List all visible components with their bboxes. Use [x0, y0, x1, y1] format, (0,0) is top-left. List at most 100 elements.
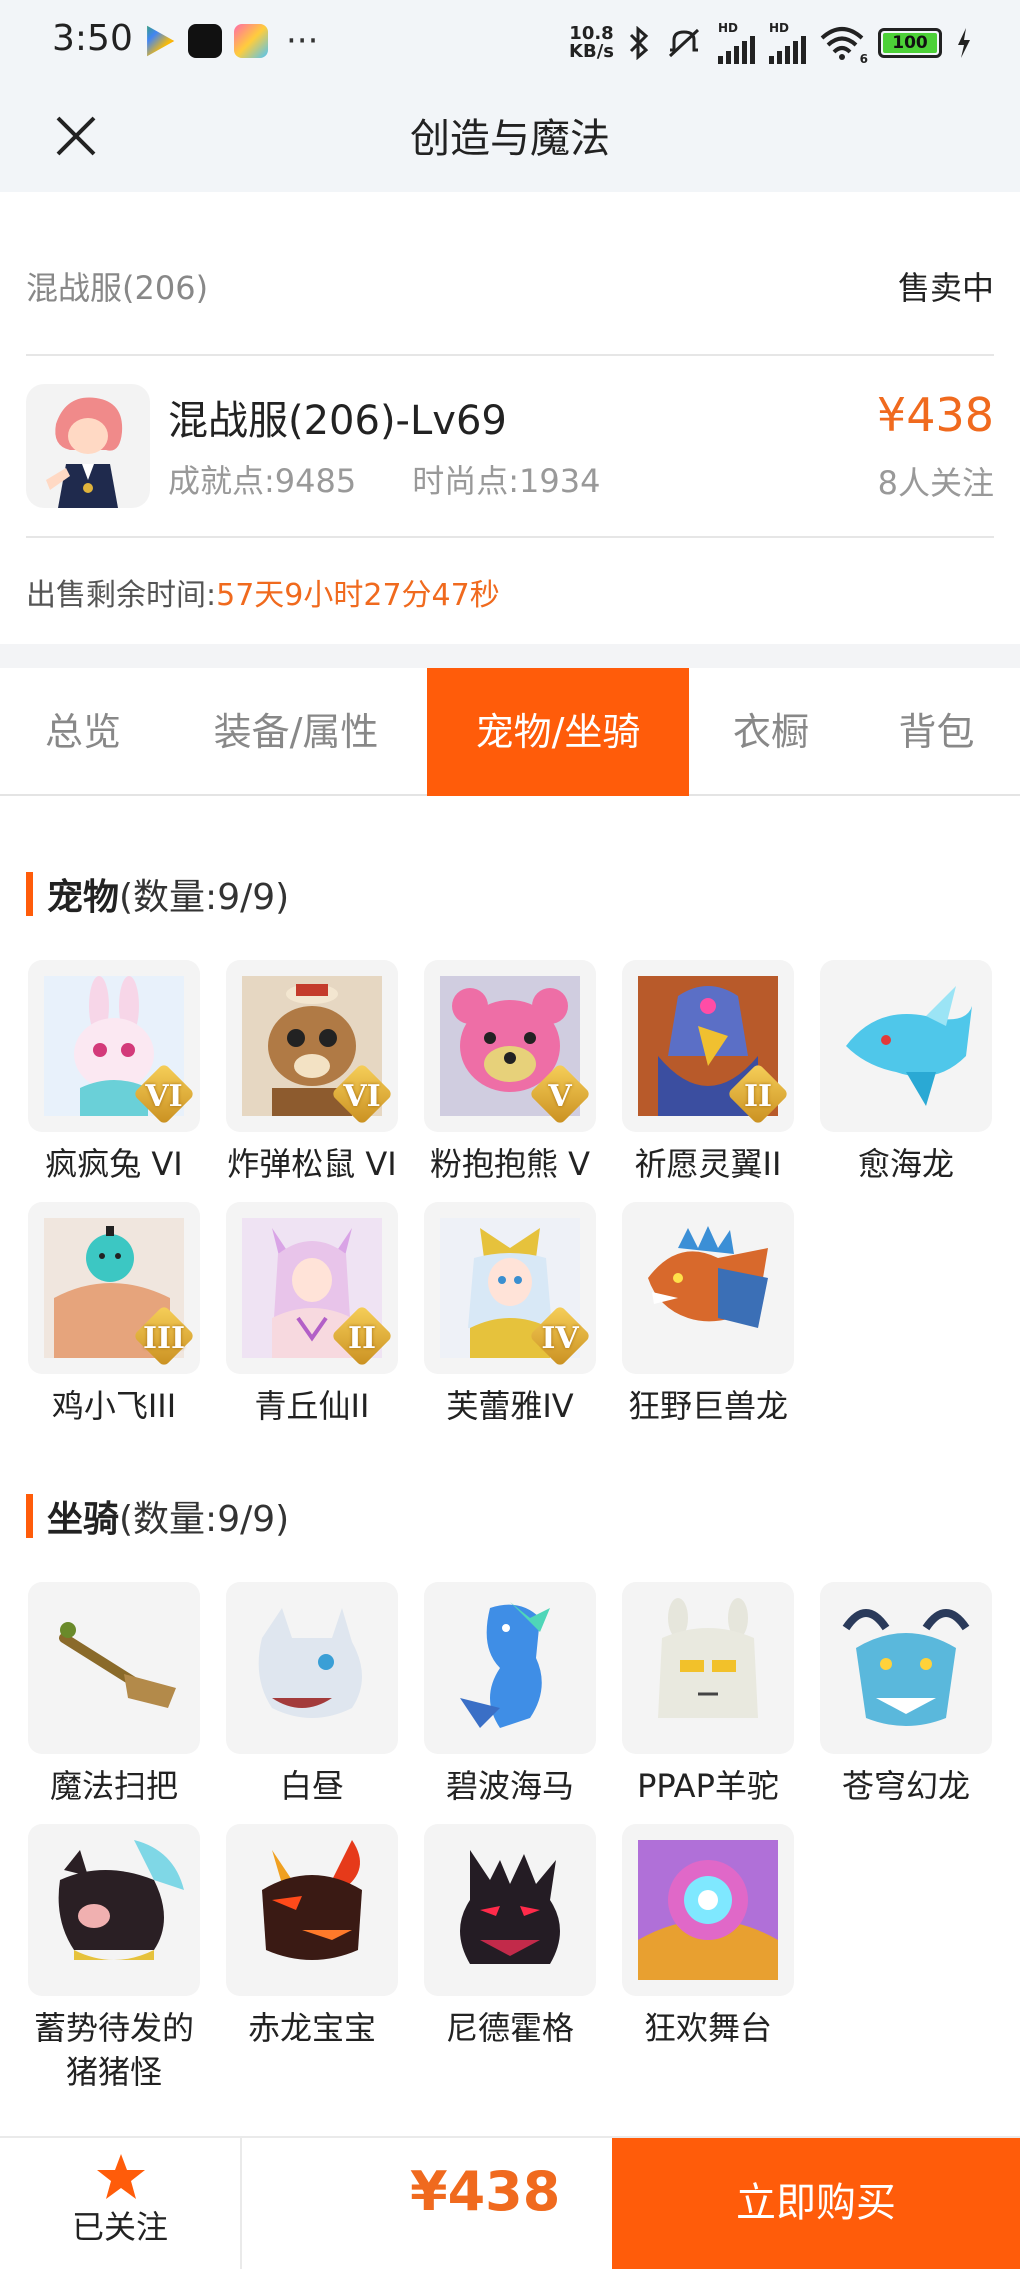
net-speed: 10.8 KB/s — [569, 23, 614, 62]
rank-badge-text: VI — [145, 1079, 183, 1114]
follow-label: 已关注 — [71, 2208, 168, 2246]
mount-item[interactable]: 狂欢舞台 — [622, 1824, 794, 2050]
pet-name: 炸弹松鼠 VI — [227, 1145, 397, 1183]
mount-thumbnail — [424, 1582, 596, 1754]
server-row: 混战服(206) 售卖中 — [26, 262, 994, 310]
remaining-time-value: 57天9小时27分47秒 — [216, 578, 500, 613]
pet-name: 疯疯兔 VI — [45, 1145, 183, 1183]
tab-equipment[interactable]: 装备/属性 — [166, 668, 426, 796]
mount-name: 赤龙宝宝 — [247, 2009, 376, 2047]
character-stats: 成就点:9485 时尚点:1934 — [168, 456, 600, 502]
page-title: 创造与魔法 — [410, 116, 610, 162]
follow-button[interactable]: 已关注 — [0, 2138, 242, 2269]
pet-name: 愈海龙 — [857, 1145, 954, 1183]
pet-item[interactable]: VI 炸弹松鼠 VI — [226, 960, 398, 1186]
pet-thumbnail: II — [226, 1202, 398, 1374]
character-name: 混战服(206)-Lv69 — [168, 398, 507, 444]
mount-item[interactable]: 苍穹幻龙 — [820, 1582, 992, 1808]
pet-thumbnail: VI — [226, 960, 398, 1132]
mount-item[interactable]: 蓄势待发的 猪猪怪 — [28, 1824, 200, 2094]
mount-name: 白昼 — [279, 1767, 344, 1805]
tab-pets-mounts[interactable]: 宠物/坐骑 — [427, 668, 689, 796]
remaining-time: 出售剩余时间:57天9小时27分47秒 — [26, 570, 500, 614]
bluetooth-icon — [629, 26, 649, 60]
tab-bar: 总览 装备/属性 宠物/坐骑 衣橱 背包 — [0, 668, 1020, 796]
achievement-points: 成就点:9485 — [168, 462, 357, 500]
mount-thumbnail — [28, 1582, 200, 1754]
pet-item[interactable]: 狂野巨兽龙 — [622, 1202, 794, 1428]
mount-item[interactable]: 赤龙宝宝 — [226, 1824, 398, 2050]
mount-item[interactable]: PPAP羊驼 — [622, 1582, 794, 1808]
star-icon — [97, 2154, 145, 2199]
pet-item[interactable]: V 粉抱抱熊 V — [424, 960, 596, 1186]
pet-thumbnail: VI — [28, 960, 200, 1132]
rank-badge-text: II — [347, 1321, 377, 1356]
signal-2-icon: HD — [769, 22, 806, 64]
pet-name: 祈愿灵翼II — [634, 1145, 782, 1183]
pet-item[interactable]: II 祈愿灵翼II — [622, 960, 794, 1186]
pets-section-title: 宠物 (数量:9/9) — [26, 868, 289, 920]
tab-wardrobe[interactable]: 衣橱 — [689, 668, 853, 796]
more-notifications-icon: ··· — [286, 21, 319, 61]
game-center-icon — [234, 24, 268, 58]
rank-badge-text: VI — [343, 1079, 381, 1114]
buy-now-button[interactable]: 立即购买 — [612, 2138, 1020, 2269]
pet-item[interactable]: II 青丘仙II — [226, 1202, 398, 1428]
pet-thumbnail — [820, 960, 992, 1132]
mount-name: 狂欢舞台 — [643, 2009, 772, 2047]
divider — [26, 536, 994, 538]
pet-name: 狂野巨兽龙 — [627, 1387, 788, 1425]
pet-thumbnail — [622, 1202, 794, 1374]
mount-name: 尼德霍格 — [445, 2009, 574, 2047]
nav-bar: 创造与魔法 — [0, 86, 1020, 192]
mount-name: PPAP羊驼 — [637, 1767, 779, 1805]
pet-name: 粉抱抱熊 V — [429, 1145, 591, 1183]
server-name: 混战服(206) — [26, 269, 209, 307]
section-gap — [0, 644, 1020, 668]
pet-name: 青丘仙II — [254, 1387, 370, 1425]
pet-item[interactable]: 愈海龙 — [820, 960, 992, 1186]
wifi-icon: 6 — [820, 26, 868, 66]
pet-item[interactable]: III 鸡小飞III — [28, 1202, 200, 1428]
mount-thumbnail — [622, 1824, 794, 1996]
mount-name: 蓄势待发的 猪猪怪 — [33, 2009, 194, 2091]
charging-icon — [958, 28, 970, 58]
notification-icons: ··· — [142, 24, 318, 58]
pet-item[interactable]: VI 疯疯兔 VI — [28, 960, 200, 1186]
pet-thumbnail: II — [622, 960, 794, 1132]
pet-thumbnail: V — [424, 960, 596, 1132]
mount-name: 苍穹幻龙 — [841, 1767, 970, 1805]
sale-status: 售卖中 — [897, 269, 994, 307]
bottom-bar: 已关注 ¥438 立即购买 — [0, 2136, 1020, 2269]
rank-badge-text: V — [548, 1079, 572, 1114]
mount-name: 碧波海马 — [445, 1767, 574, 1805]
signal-1-icon: HD — [718, 22, 755, 64]
battery-icon: 100 — [878, 28, 942, 58]
remaining-time-label: 出售剩余时间: — [26, 578, 217, 613]
clock: 3:50 — [52, 18, 133, 59]
status-bar: 3:50 ··· 10.8 KB/s HD HD 6 100 — [0, 0, 1020, 86]
mount-thumbnail — [28, 1824, 200, 1996]
pet-name: 鸡小飞III — [51, 1387, 177, 1425]
mount-item[interactable]: 尼德霍格 — [424, 1824, 596, 2050]
pet-item[interactable]: IV 芙蕾雅IV — [424, 1202, 596, 1428]
mount-name: 魔法扫把 — [49, 1767, 178, 1805]
system-icons: 10.8 KB/s HD HD 6 100 — [569, 22, 972, 66]
section-marker — [26, 872, 33, 916]
character-avatar — [26, 384, 150, 508]
mount-item[interactable]: 白昼 — [226, 1582, 398, 1808]
mount-item[interactable]: 碧波海马 — [424, 1582, 596, 1808]
pet-thumbnail: IV — [424, 1202, 596, 1374]
tab-backpack[interactable]: 背包 — [853, 668, 1020, 796]
rank-badge-text: III — [142, 1321, 186, 1356]
tab-overview[interactable]: 总览 — [0, 668, 166, 796]
listing-card: 混战服(206) 售卖中 混战服(206)-Lv69 成就点:9485 时尚点:… — [0, 192, 1020, 644]
mount-thumbnail — [226, 1824, 398, 1996]
mounts-section-title: 坐骑 (数量:9/9) — [26, 1490, 289, 1542]
mount-thumbnail — [820, 1582, 992, 1754]
mount-item[interactable]: 魔法扫把 — [28, 1582, 200, 1808]
rank-badge-text: IV — [541, 1321, 579, 1356]
mount-thumbnail — [622, 1582, 794, 1754]
mount-thumbnail — [226, 1582, 398, 1754]
footer-price: ¥438 — [410, 2160, 561, 2223]
